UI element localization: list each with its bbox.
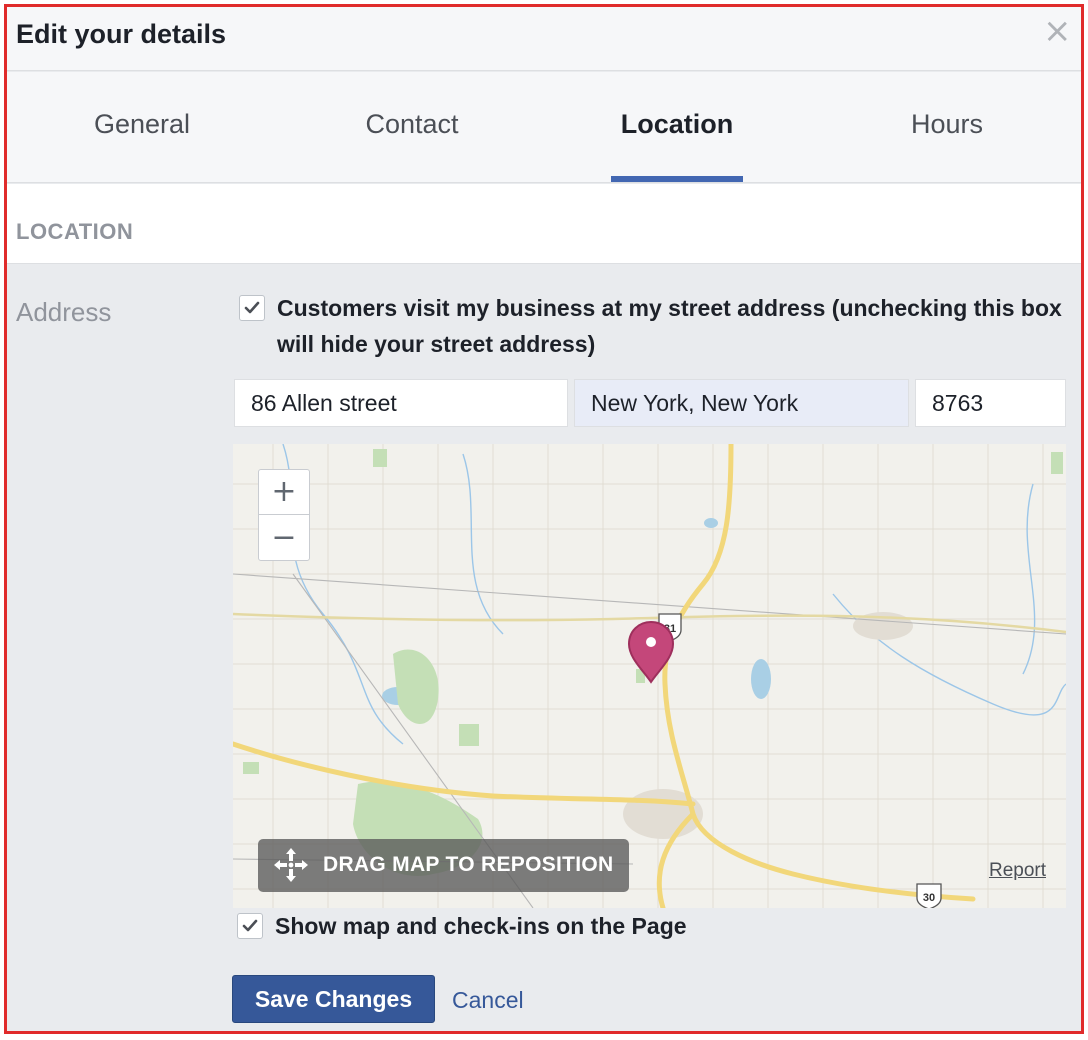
cancel-link[interactable]: Cancel [452,987,524,1014]
edit-details-dialog: Edit your details × General Contact Loca… [4,4,1084,1034]
route-shield-30: 30 [916,883,942,908]
city-input[interactable] [574,379,909,427]
move-arrows-icon [274,848,308,882]
show-map-label: Show map and check-ins on the Page [275,913,687,939]
checkmark-icon [242,919,258,932]
address-label: Address [16,297,112,327]
zoom-in-button[interactable]: + [259,470,309,515]
location-map[interactable]: 31 30 + − DRAG MAP TO REPOSITION Report [233,444,1066,908]
visit-address-checkbox[interactable] [239,295,265,321]
svg-text:30: 30 [923,892,935,904]
dialog-title: Edit your details [16,19,227,49]
tab-bar: General Contact Location Hours [7,72,1081,183]
map-zoom-controls: + − [258,469,310,561]
tab-general[interactable]: General [7,72,277,183]
visit-address-label: Customers visit my business at my street… [277,295,1062,357]
drag-hint-text: DRAG MAP TO REPOSITION [323,853,614,876]
map-report-link[interactable]: Report [989,860,1046,882]
close-icon[interactable]: × [1043,14,1072,48]
zoom-out-button[interactable]: − [259,516,309,561]
drag-hint-overlay: DRAG MAP TO REPOSITION [258,839,629,892]
show-map-checkbox[interactable] [237,913,263,939]
section-header: LOCATION [7,184,1081,264]
dialog-header: Edit your details × [7,7,1081,71]
street-address-input[interactable] [234,379,568,427]
tab-location[interactable]: Location [542,72,812,183]
save-changes-button[interactable]: Save Changes [232,975,435,1023]
tab-contact[interactable]: Contact [277,72,547,183]
active-tab-indicator [611,176,743,182]
checkmark-icon [244,301,260,314]
section-title: LOCATION [16,219,134,244]
zip-code-input[interactable] [915,379,1066,427]
tab-hours[interactable]: Hours [812,72,1081,183]
